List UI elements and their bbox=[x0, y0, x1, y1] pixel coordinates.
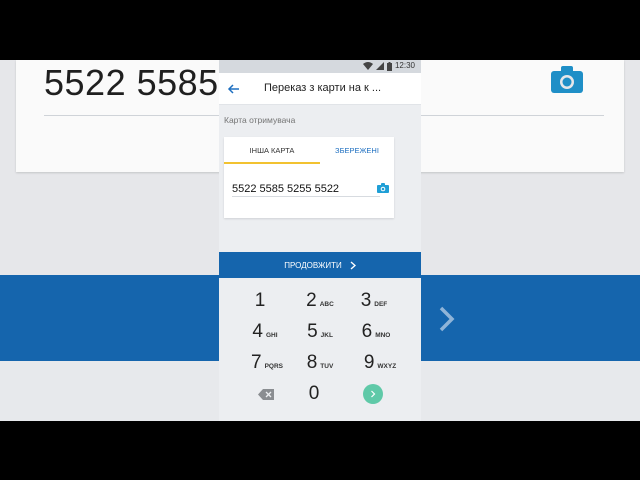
background-top-bar bbox=[0, 0, 640, 60]
continue-button-label: ПРОДОВЖИТИ bbox=[284, 260, 342, 270]
key-1[interactable]: 1 bbox=[230, 286, 290, 316]
camera-icon[interactable] bbox=[377, 183, 389, 193]
key-8[interactable]: 8 TUV bbox=[290, 348, 350, 378]
key-0[interactable]: 0 bbox=[284, 379, 344, 409]
go-button[interactable] bbox=[363, 384, 383, 404]
background-bottom-bar bbox=[0, 421, 640, 480]
chevron-right-icon bbox=[371, 390, 376, 398]
key-5[interactable]: 5 JKL bbox=[290, 317, 350, 347]
card-source-tabs: ІНША КАРТА ЗБЕРЕЖЕНІ bbox=[224, 137, 387, 164]
active-tab-indicator bbox=[224, 162, 320, 164]
key-7[interactable]: 7 PQRS bbox=[237, 348, 297, 378]
signal-icon bbox=[376, 62, 384, 70]
phone-screen: 12:30 Переказ з карти на к ... Карта отр… bbox=[219, 60, 421, 421]
status-bar: 12:30 bbox=[219, 60, 421, 73]
recipient-card-label: Карта отримувача bbox=[224, 115, 296, 125]
card-number-input[interactable] bbox=[232, 181, 380, 197]
continue-button[interactable]: ПРОДОВЖИТИ bbox=[219, 252, 421, 278]
app-bar: Переказ з карти на к ... bbox=[219, 73, 421, 105]
keypad-go-key[interactable] bbox=[343, 379, 403, 409]
background-chevron-right-icon bbox=[439, 306, 455, 332]
page-title: Переказ з карти на к ... bbox=[264, 82, 382, 94]
tab-other-card[interactable]: ІНША КАРТА bbox=[224, 137, 320, 164]
card-input-panel: ІНША КАРТА ЗБЕРЕЖЕНІ bbox=[224, 137, 394, 218]
chevron-right-icon bbox=[350, 260, 356, 270]
status-time: 12:30 bbox=[394, 61, 415, 70]
key-4[interactable]: 4 GHI bbox=[235, 317, 295, 347]
battery-icon bbox=[387, 62, 392, 71]
back-arrow-icon[interactable] bbox=[227, 82, 241, 96]
wifi-icon bbox=[363, 62, 373, 70]
key-2[interactable]: 2 ABC bbox=[290, 286, 350, 316]
key-6[interactable]: 6 MNO bbox=[346, 317, 406, 347]
key-9[interactable]: 9 WXYZ bbox=[350, 348, 410, 378]
key-3[interactable]: 3 DEF bbox=[344, 286, 404, 316]
numeric-keypad: 1 2 ABC 3 DEF 4 GHI 5 JKL 6 MNO 7 PQRS 8… bbox=[219, 278, 421, 421]
background-card-number: 5522 5585 bbox=[44, 62, 219, 103]
backspace-icon bbox=[258, 388, 274, 400]
background-camera-icon bbox=[551, 66, 583, 93]
tab-saved-cards[interactable]: ЗБЕРЕЖЕНІ bbox=[320, 137, 394, 164]
